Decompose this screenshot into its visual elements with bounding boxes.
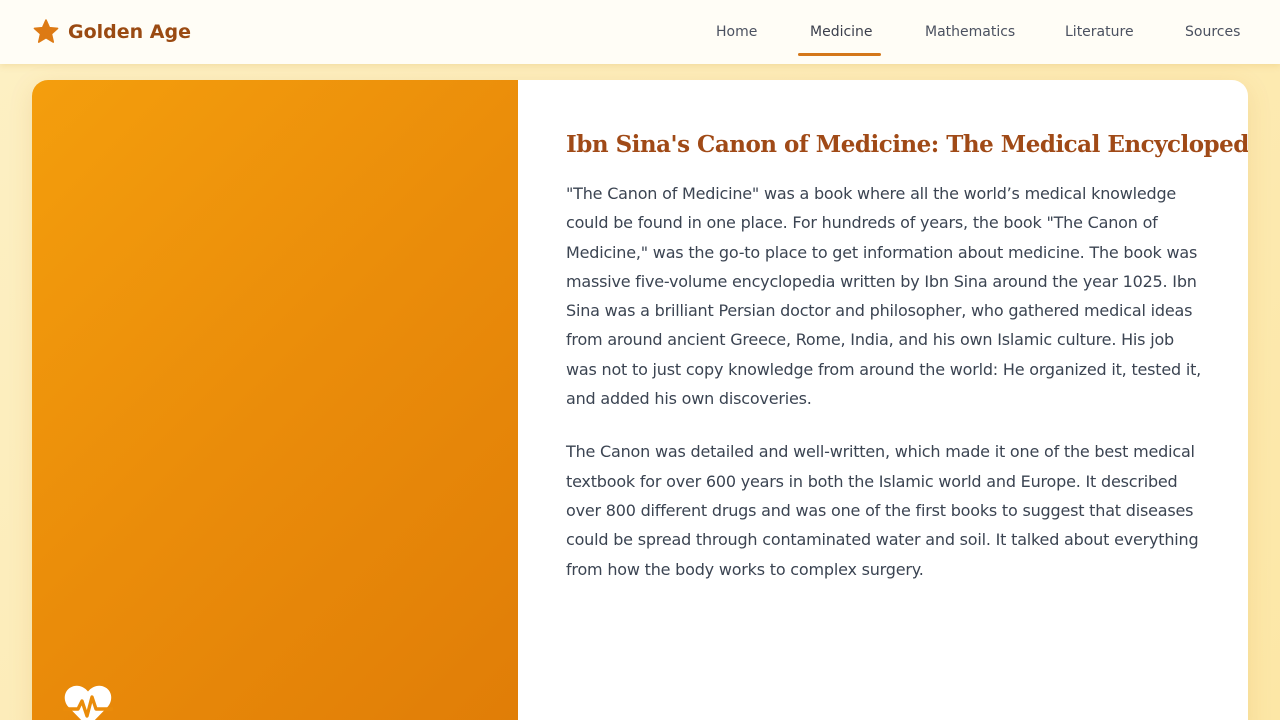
top-navbar: Golden Age Home Medicine Mathematics Lit… — [0, 0, 1280, 64]
article-content: Ibn Sina's Canon of Medicine: The Medica… — [566, 126, 1248, 584]
nav-home[interactable]: Home — [716, 0, 757, 64]
article-title: Ibn Sina's Canon of Medicine: The Medica… — [566, 131, 1248, 158]
brand-logo[interactable]: Golden Age — [32, 17, 191, 47]
article-image-panel — [32, 80, 518, 720]
article-card: Ibn Sina's Canon of Medicine: The Medica… — [32, 80, 1248, 720]
brand-name: Golden Age — [68, 21, 191, 43]
nav-sources[interactable]: Sources — [1185, 0, 1240, 64]
active-nav-indicator — [798, 53, 881, 56]
heartbeat-icon — [62, 684, 114, 720]
nav-literature[interactable]: Literature — [1065, 0, 1134, 64]
article-paragraph: The Canon was detailed and well-written,… — [566, 442, 1199, 579]
star-icon — [32, 18, 60, 46]
nav-mathematics[interactable]: Mathematics — [925, 0, 1015, 64]
article-paragraph: "The Canon of Medicine" was a book where… — [566, 184, 1202, 409]
